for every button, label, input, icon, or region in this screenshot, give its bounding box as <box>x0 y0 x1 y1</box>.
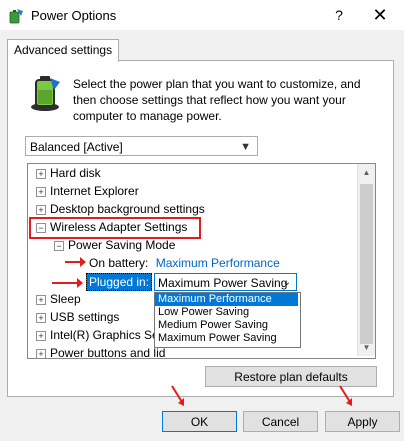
on-battery-value[interactable]: Maximum Performance <box>156 256 280 270</box>
expand-icon[interactable]: + <box>36 331 46 341</box>
expand-icon[interactable]: + <box>36 295 46 305</box>
chevron-down-icon: ⌄ <box>282 277 291 288</box>
apply-button[interactable]: Apply <box>325 411 400 432</box>
help-button[interactable]: ? <box>324 4 354 26</box>
title-bar: Power Options ? ✕ <box>0 0 404 30</box>
close-button[interactable]: ✕ <box>365 4 395 26</box>
expand-icon[interactable]: + <box>36 349 46 358</box>
annotation-arrow-on-battery <box>65 257 86 267</box>
annotation-arrow-apply <box>339 385 352 406</box>
tab-advanced-settings[interactable]: Advanced settings <box>7 39 120 62</box>
intro-text: Select the power plan that you want to c… <box>73 76 373 124</box>
vertical-scrollbar[interactable]: ▲ ▼ <box>357 164 375 356</box>
battery-icon <box>31 76 60 111</box>
plugged-in-dropdown[interactable]: Maximum Performance Low Power Saving Med… <box>154 292 301 348</box>
tree-item-label: Sleep <box>50 292 81 306</box>
annotation-arrow-ok <box>171 385 184 406</box>
power-plan-select[interactable]: Balanced [Active] ▼ <box>25 136 258 156</box>
window-title: Power Options <box>31 8 117 23</box>
tree-item-label: Desktop background settings <box>50 202 205 216</box>
collapse-icon[interactable]: − <box>54 241 64 251</box>
scroll-up-icon[interactable]: ▲ <box>358 164 375 181</box>
expand-icon[interactable]: + <box>36 313 46 323</box>
expand-icon[interactable]: + <box>36 187 46 197</box>
plugged-in-select[interactable]: Maximum Power Saving ⌄ <box>154 273 297 291</box>
power-options-icon <box>9 9 23 24</box>
option-maximum-power-saving[interactable]: Maximum Power Saving <box>155 332 298 345</box>
tree-item-on-battery[interactable]: On battery: Maximum Performance <box>89 254 280 272</box>
option-low-power-saving[interactable]: Low Power Saving <box>155 306 298 319</box>
plugged-in-value: Maximum Power Saving <box>158 276 288 290</box>
scroll-down-icon[interactable]: ▼ <box>358 339 375 356</box>
chevron-down-icon: ▼ <box>240 141 251 153</box>
option-medium-power-saving[interactable]: Medium Power Saving <box>155 319 298 332</box>
intro-line-2: then choose settings that reflect how yo… <box>73 93 346 107</box>
scroll-thumb[interactable] <box>360 184 373 344</box>
tree-item-label: USB settings <box>50 310 120 324</box>
expand-icon[interactable]: + <box>36 205 46 215</box>
option-maximum-performance[interactable]: Maximum Performance <box>155 293 298 306</box>
plugged-in-label[interactable]: Plugged in: <box>86 273 153 291</box>
expand-icon[interactable]: + <box>36 169 46 179</box>
highlight-box <box>29 217 201 239</box>
ok-button[interactable]: OK <box>162 411 237 432</box>
tree-item-label: Power buttons and lid <box>50 346 166 359</box>
annotation-arrow-plugged-in <box>52 278 83 288</box>
power-plan-value: Balanced [Active] <box>30 140 123 154</box>
intro-line-3: computer to manage power. <box>73 109 222 123</box>
tree-item-label: Hard disk <box>50 166 101 180</box>
on-battery-label: On battery: <box>89 256 149 270</box>
intro-line-1: Select the power plan that you want to c… <box>73 77 361 91</box>
tree-item-label: Intel(R) Graphics Se <box>50 328 159 342</box>
tree-item-label: Internet Explorer <box>50 184 139 198</box>
cancel-button[interactable]: Cancel <box>243 411 318 432</box>
